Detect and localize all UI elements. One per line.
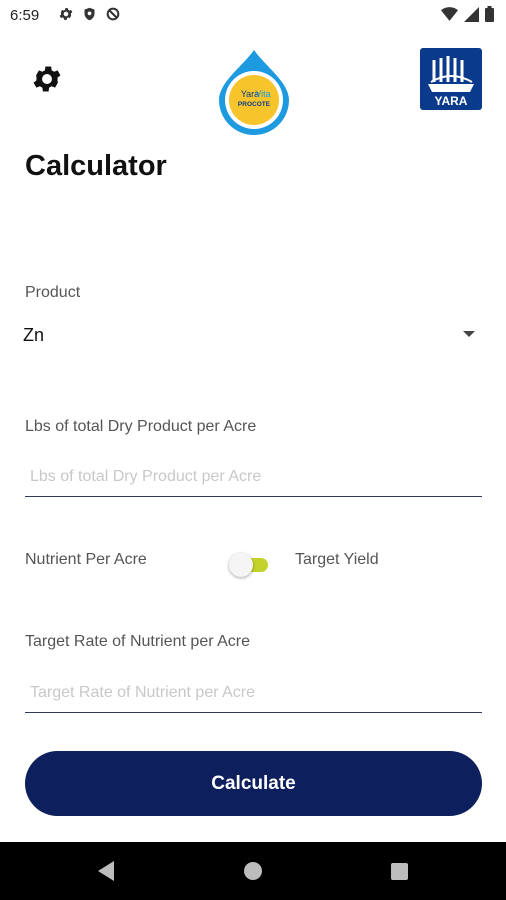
no-sync-icon (106, 7, 120, 21)
product-value: Zn (23, 325, 45, 345)
gear-icon (59, 8, 73, 20)
shield-icon (84, 7, 95, 21)
target-rate-input[interactable] (25, 673, 482, 713)
target-rate-label: Target Rate of Nutrient per Acre (25, 633, 250, 650)
settings-gear-icon[interactable] (30, 62, 64, 96)
product-label: Product (25, 284, 81, 301)
chevron-down-icon (463, 331, 475, 337)
lbs-dry-product-label: Lbs of total Dry Product per Acre (25, 418, 257, 435)
battery-icon (485, 6, 494, 22)
status-icons-right (441, 6, 494, 22)
lbs-dry-product-input[interactable] (25, 457, 482, 497)
calculate-button[interactable]: Calculate (25, 751, 482, 816)
logo-line3: PROCOTE (238, 101, 271, 108)
navigation-bar (0, 842, 506, 900)
signal-icon (464, 6, 479, 22)
recents-icon[interactable] (391, 863, 408, 880)
wifi-icon (441, 6, 458, 21)
status-bar: 6:59 (0, 0, 506, 32)
status-time: 6:59 (10, 7, 40, 24)
page-title: Calculator (25, 150, 167, 182)
target-yield-label: Target Yield (295, 551, 379, 568)
yara-logo-text: YARA (435, 94, 468, 108)
home-icon[interactable] (244, 862, 262, 880)
back-icon[interactable] (98, 861, 114, 881)
status-icons-left (58, 6, 121, 22)
mode-toggle-switch[interactable] (228, 553, 270, 577)
nutrient-per-acre-label: Nutrient Per Acre (25, 551, 147, 568)
product-dropdown[interactable]: Zn (20, 315, 482, 355)
yaravita-procote-logo: Yara Vita PROCOTE (219, 50, 289, 135)
yara-logo: YARA (420, 48, 482, 110)
toggle-knob (229, 553, 253, 577)
logo-line2: Vita (255, 89, 270, 99)
